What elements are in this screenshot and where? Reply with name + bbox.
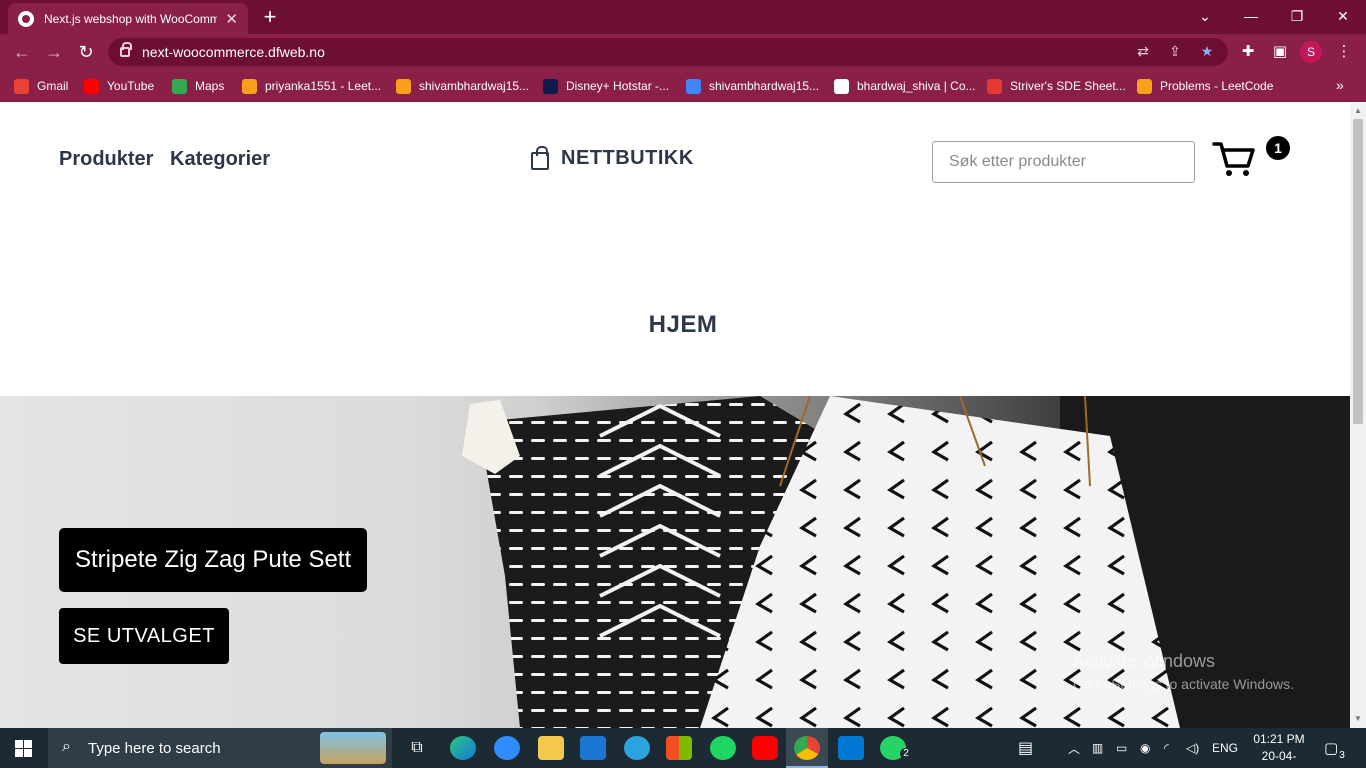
- translate-icon[interactable]: ⇄: [1134, 42, 1152, 60]
- tab-strip: Next.js webshop with WooComm ✕ + ⌄ — ❐ ✕: [0, 0, 1366, 34]
- scroll-down-icon[interactable]: ▼: [1354, 715, 1362, 723]
- nav-produkter[interactable]: Produkter: [59, 148, 153, 171]
- chrome-taskbar-button[interactable]: [786, 728, 828, 768]
- share-icon[interactable]: ⇪: [1166, 42, 1184, 60]
- lock-icon: [120, 42, 132, 57]
- url-text: next-woocommerce.dfweb.no: [142, 44, 325, 60]
- leetcode-icon: [242, 78, 257, 94]
- web-page: Produkter Kategorier NETTBUTIKK 1 HJEM: [0, 103, 1350, 728]
- browser-toolbar: ← → ↻ next-woocommerce.dfweb.no ⇄ ⇪ ★ ✚ …: [0, 34, 1366, 70]
- youtube-icon: [84, 78, 99, 94]
- store-icon[interactable]: [666, 736, 692, 760]
- back-icon[interactable]: ←: [10, 40, 34, 64]
- product-search-input[interactable]: [932, 141, 1195, 183]
- shopping-cart-icon[interactable]: [1212, 138, 1256, 178]
- search-icon: ⌕: [62, 738, 71, 755]
- zoom-icon[interactable]: [494, 736, 520, 760]
- menu-icon[interactable]: ⋮: [1334, 42, 1354, 62]
- active-tab[interactable]: Next.js webshop with WooComm ✕: [8, 3, 248, 34]
- brand-name: NETTBUTIKK: [561, 147, 694, 169]
- nav-kategorier[interactable]: Kategorier: [170, 148, 270, 171]
- bookmark-codechef[interactable]: bhardwaj_shiva | Co...: [834, 77, 976, 95]
- activate-windows-title: Activate Windows: [1073, 651, 1216, 671]
- tab-search-icon[interactable]: ⌄: [1182, 0, 1228, 32]
- tab-close-icon[interactable]: ✕: [225, 10, 238, 28]
- system-clock[interactable]: 01:21 PM 20-04-2023: [1250, 731, 1308, 782]
- shopping-bag-icon: [531, 145, 549, 170]
- bookmark-leetcode-1[interactable]: priyanka1551 - Leet...: [242, 77, 381, 95]
- gmail-icon: [14, 78, 29, 94]
- taskbar-search-placeholder: Type here to search: [88, 739, 221, 757]
- brand-logo[interactable]: NETTBUTIKK: [531, 145, 694, 170]
- taskbar-search-box[interactable]: ⌕ Type here to search: [48, 728, 392, 768]
- extensions-icon[interactable]: ✚: [1238, 42, 1258, 62]
- hero-title: Stripete Zig Zag Pute Sett: [59, 528, 368, 592]
- tab-title: Next.js webshop with WooComm: [44, 11, 218, 26]
- side-panel-icon[interactable]: ▣: [1270, 42, 1290, 62]
- leetcode-icon: [396, 78, 411, 94]
- activate-windows-subtitle: Go to Settings to activate Windows.: [1073, 676, 1294, 692]
- clock-date: 20-04-2023: [1261, 749, 1297, 780]
- spotify-icon[interactable]: [710, 736, 736, 760]
- scroll-up-icon[interactable]: ▲: [1354, 107, 1362, 115]
- new-tab-button[interactable]: +: [258, 4, 282, 30]
- bookmark-hotstar[interactable]: Disney+ Hotstar -...: [543, 77, 669, 95]
- telegram-icon[interactable]: [624, 736, 650, 760]
- edge-icon[interactable]: [450, 736, 476, 760]
- hero-cta-button[interactable]: SE UTVALGET: [59, 608, 229, 664]
- windows-taskbar: ⌕ Type here to search ⧉ 2 ▤ ︿ ▥ ▭ ◉ ◜ ◁)…: [0, 728, 1366, 780]
- bookmark-problems[interactable]: Problems - LeetCode: [1137, 77, 1273, 95]
- hidden-icons-chevron-icon[interactable]: ︿: [1068, 728, 1080, 768]
- bookmark-leetcode-2[interactable]: shivambhardwaj15...: [396, 77, 529, 95]
- notification-count: 3: [1336, 750, 1348, 761]
- close-window-button[interactable]: ✕: [1320, 0, 1366, 32]
- language-indicator[interactable]: ENG: [1212, 728, 1238, 768]
- bookmarks-bar: Gmail YouTube Maps priyanka1551 - Leet..…: [0, 70, 1366, 102]
- bookmark-star-icon[interactable]: ★: [1198, 42, 1216, 60]
- task-view-icon[interactable]: ⧉: [404, 736, 430, 760]
- network-icon[interactable]: ▥: [1092, 728, 1103, 768]
- volume-icon[interactable]: ◁): [1186, 728, 1199, 768]
- tuf-icon: [987, 78, 1002, 94]
- bookmark-youtube[interactable]: YouTube: [84, 77, 154, 95]
- camera-icon[interactable]: ◉: [1140, 728, 1150, 768]
- scrollbar-thumb[interactable]: [1353, 119, 1363, 424]
- restore-button[interactable]: ❐: [1274, 0, 1320, 32]
- windows-start-icon[interactable]: [15, 740, 32, 757]
- whatsapp-badge: 2: [900, 748, 912, 759]
- vscode-icon[interactable]: [838, 736, 864, 760]
- bookmarks-overflow-icon[interactable]: »: [1336, 77, 1344, 93]
- reload-icon[interactable]: ↻: [74, 40, 98, 64]
- maps-icon: [172, 78, 187, 94]
- leetcode-icon: [1137, 78, 1152, 94]
- codechef-icon: [834, 78, 849, 94]
- page-title: HJEM: [648, 311, 718, 338]
- youtube-app-icon[interactable]: [752, 736, 778, 760]
- bookmark-maps[interactable]: Maps: [172, 77, 224, 95]
- news-widget-icon[interactable]: ▤: [1018, 728, 1033, 768]
- notifications-icon[interactable]: ▢: [1324, 728, 1338, 768]
- minimize-button[interactable]: —: [1228, 0, 1274, 32]
- bookmark-gmail[interactable]: Gmail: [14, 77, 68, 95]
- site-favicon-icon: [18, 10, 34, 27]
- hotstar-icon: [543, 78, 558, 94]
- address-bar[interactable]: next-woocommerce.dfweb.no: [108, 38, 1228, 66]
- cart-count-badge: 1: [1266, 136, 1290, 160]
- wifi-icon[interactable]: ◜: [1164, 728, 1169, 768]
- file-explorer-icon[interactable]: [538, 736, 564, 760]
- forward-icon[interactable]: →: [42, 40, 66, 64]
- clock-time: 01:21 PM: [1253, 732, 1305, 746]
- search-highlight-image: [320, 732, 386, 764]
- mail-icon[interactable]: [580, 736, 606, 760]
- bookmark-shivam[interactable]: shivambhardwaj15...: [686, 77, 819, 95]
- bookmark-striver[interactable]: Striver's SDE Sheet...: [987, 77, 1126, 95]
- page-scrollbar[interactable]: ▲ ▼: [1350, 103, 1366, 728]
- profile-avatar[interactable]: S: [1300, 41, 1322, 63]
- chrome-icon: [794, 736, 820, 760]
- chart-icon: [686, 78, 701, 94]
- battery-icon[interactable]: ▭: [1116, 728, 1127, 768]
